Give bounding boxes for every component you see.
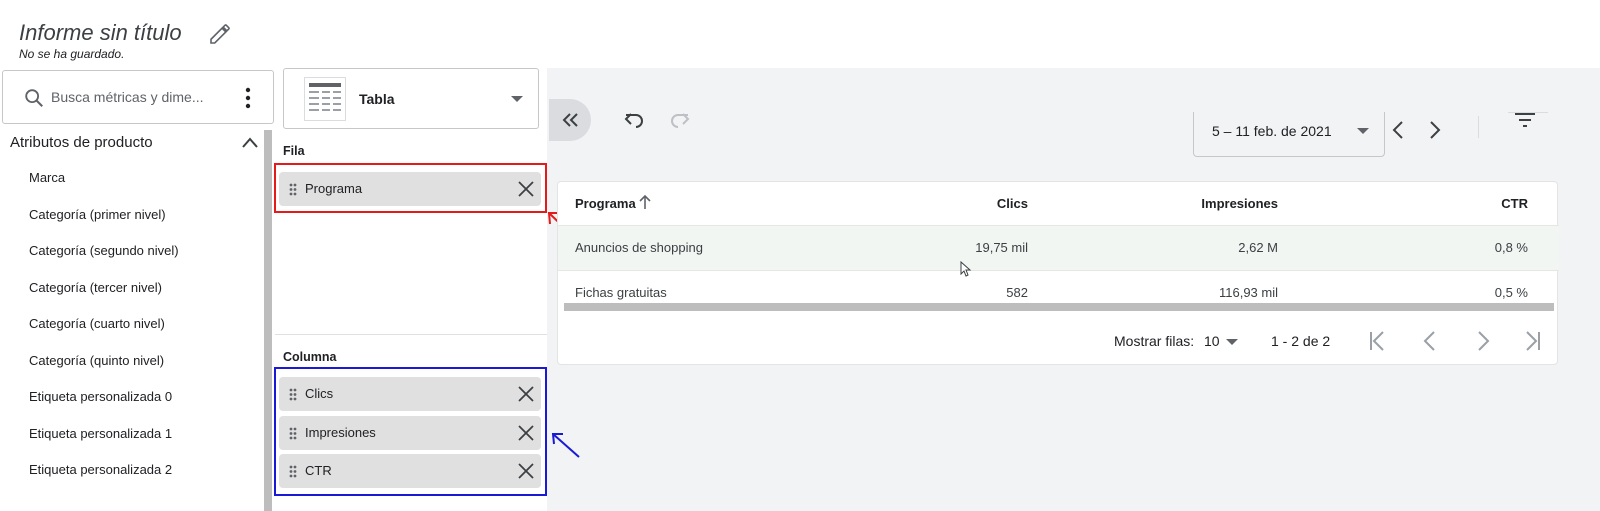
annotation-blue-box (274, 367, 547, 496)
redo-icon[interactable] (668, 108, 692, 132)
list-item[interactable]: Marca (0, 160, 262, 197)
mouse-cursor-icon (960, 261, 972, 277)
blue-arrow (551, 433, 580, 458)
rows-per-page-label: Mostrar filas: (1114, 333, 1195, 349)
cell-ctr: 0,8 % (1494, 240, 1528, 255)
divider (275, 334, 547, 335)
section-header[interactable]: Atributos de producto (0, 128, 270, 156)
arrow-up-icon[interactable] (638, 194, 652, 210)
attribute-list: Marca Categoría (primer nivel) Categoría… (0, 160, 262, 489)
search-input[interactable] (51, 85, 231, 109)
page-range: 1 - 2 de 2 (1271, 333, 1331, 349)
caret-down-icon[interactable] (1226, 338, 1238, 346)
data-table: Programa Clics Impresiones CTR Anuncios … (557, 181, 1559, 365)
list-item[interactable]: Etiqueta personalizada 2 (0, 452, 262, 489)
collapse-panel-button[interactable] (549, 99, 591, 141)
section-title: Atributos de producto (10, 134, 153, 151)
first-page-icon[interactable] (1366, 329, 1390, 353)
list-item[interactable]: Categoría (segundo nivel) (0, 233, 262, 270)
divider (1478, 116, 1479, 138)
save-status: No se ha guardado. (19, 47, 125, 61)
rows-per-page-select[interactable]: 10 (1204, 333, 1220, 349)
date-range-select[interactable]: 5 – 11 feb. de 2021 (1193, 112, 1385, 157)
chevron-right-icon[interactable] (1425, 118, 1445, 142)
list-item[interactable]: Etiqueta personalizada 0 (0, 379, 262, 416)
cell-ctr: 0,5 % (1494, 285, 1528, 300)
search-icon (25, 89, 43, 107)
filter-icon[interactable] (1513, 110, 1537, 130)
cell-impresiones: 116,93 mil (1218, 285, 1278, 300)
caret-down-icon (511, 96, 523, 102)
caret-down-icon (1357, 128, 1369, 134)
list-item[interactable]: Categoría (tercer nivel) (0, 270, 262, 307)
previous-page-icon[interactable] (1419, 329, 1443, 353)
list-item[interactable]: Categoría (cuarto nivel) (0, 306, 262, 343)
last-page-icon[interactable] (1520, 329, 1544, 353)
list-item[interactable]: Categoría (primer nivel) (0, 197, 262, 234)
annotation-red-box (274, 163, 547, 213)
table-row[interactable]: Anuncios de shopping 19,75 mil 2,62 M 0,… (558, 226, 1559, 270)
pencil-icon[interactable] (208, 22, 232, 46)
header-ctr[interactable]: CTR (1501, 196, 1528, 211)
report-header: Informe sin título No se ha guardado. (0, 0, 1600, 68)
cell-programa: Anuncios de shopping (575, 240, 703, 255)
undo-icon[interactable] (622, 108, 646, 132)
pagination: Mostrar filas: 10 1 - 2 de 2 (558, 318, 1559, 364)
horizontal-scrollbar[interactable] (564, 303, 1554, 311)
more-vert-icon[interactable] (244, 87, 252, 109)
report-title[interactable]: Informe sin título (19, 20, 182, 46)
header-clics[interactable]: Clics (997, 196, 1028, 211)
row-group-label: Fila (283, 144, 305, 158)
chevron-left-icon[interactable] (1388, 118, 1408, 142)
chevron-up-icon[interactable] (240, 133, 260, 153)
chart-type-select[interactable]: Tabla (283, 68, 539, 129)
table-header: Programa Clics Impresiones CTR (558, 182, 1559, 226)
list-item[interactable]: Categoría (quinto nivel) (0, 343, 262, 380)
table-chart-icon (304, 77, 346, 121)
cell-clics: 19,75 mil (975, 240, 1028, 255)
chart-type-label: Tabla (359, 91, 395, 107)
vertical-scrollbar[interactable] (264, 130, 272, 511)
search-box[interactable] (2, 70, 274, 124)
date-range-label: 5 – 11 feb. de 2021 (1212, 123, 1332, 139)
cell-impresiones: 2,62 M (1238, 240, 1278, 255)
next-page-icon[interactable] (1470, 329, 1494, 353)
cell-programa: Fichas gratuitas (575, 285, 667, 300)
double-chevron-left-icon (562, 113, 578, 127)
header-impresiones[interactable]: Impresiones (1201, 196, 1278, 211)
list-item[interactable]: Etiqueta personalizada 1 (0, 416, 262, 453)
header-programa[interactable]: Programa (575, 196, 636, 211)
column-group-label: Columna (283, 350, 337, 364)
fields-panel: Atributos de producto Marca Categoría (p… (0, 68, 278, 511)
cell-clics: 582 (1006, 285, 1028, 300)
